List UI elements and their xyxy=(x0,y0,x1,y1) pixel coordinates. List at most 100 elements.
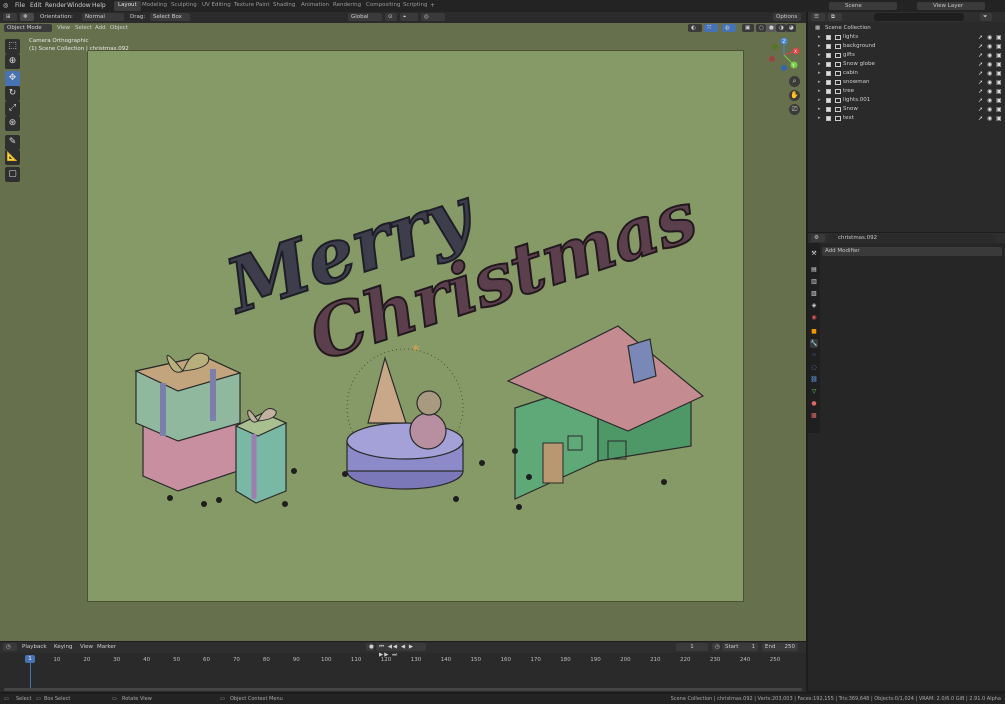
outliner-collection-row[interactable]: ▸ tree ➚ ◉ ▣ xyxy=(808,87,1005,96)
include-checkbox[interactable] xyxy=(826,116,831,121)
object-mode-dropdown[interactable]: Object Mode xyxy=(4,24,52,32)
include-checkbox[interactable] xyxy=(826,62,831,67)
eye-icon[interactable]: ◉ xyxy=(987,78,992,87)
texture-tab-icon[interactable]: ▩ xyxy=(810,411,818,420)
outliner-collection-row[interactable]: ▸ background ➚ ◉ ▣ xyxy=(808,42,1005,51)
eye-icon[interactable]: ◉ xyxy=(987,51,992,60)
3d-viewport[interactable]: Merry Christmas ✶ Object Mode View Selec… xyxy=(0,23,806,641)
physics-tab-icon[interactable]: ◌ xyxy=(810,363,818,372)
outliner-collection-row[interactable]: ▸ Snow globe ➚ ◉ ▣ xyxy=(808,60,1005,69)
eye-icon[interactable]: ◉ xyxy=(987,33,992,42)
object-tab-icon[interactable]: ■ xyxy=(810,327,818,336)
menu-object[interactable]: Object xyxy=(110,25,128,31)
eye-icon[interactable]: ◉ xyxy=(987,96,992,105)
tab-sculpting[interactable]: Sculpting xyxy=(167,1,201,11)
tab-scripting[interactable]: Scripting xyxy=(399,1,431,11)
include-checkbox[interactable] xyxy=(826,98,831,103)
rotate-tool-icon[interactable]: ↻ xyxy=(5,86,20,101)
output-tab-icon[interactable]: ▥ xyxy=(810,277,818,286)
selectable-icon[interactable]: ➚ xyxy=(978,105,983,114)
selectable-icon[interactable]: ➚ xyxy=(978,60,983,69)
options-dropdown[interactable]: Options xyxy=(773,13,801,21)
material-shading-icon[interactable]: ◑ xyxy=(776,24,786,32)
view-layer-selector[interactable]: View Layer xyxy=(917,2,985,10)
selectable-icon[interactable]: ➚ xyxy=(978,114,983,123)
scene-collection-row[interactable]: ▦ Scene Collection xyxy=(808,24,1005,33)
selectable-icon[interactable]: ➚ xyxy=(978,33,983,42)
menu-file[interactable]: File xyxy=(15,2,25,9)
camera-view-icon[interactable]: ⎚ xyxy=(789,104,800,115)
scene-selector[interactable]: Scene xyxy=(829,2,897,10)
transform-tool-icon[interactable]: ⊛ xyxy=(5,116,20,131)
xray-icon[interactable]: ▣ xyxy=(742,24,754,32)
scene-tab-icon[interactable]: ◈ xyxy=(810,301,818,310)
include-checkbox[interactable] xyxy=(826,80,831,85)
outliner-collection-row[interactable]: ▸ Snow ➚ ◉ ▣ xyxy=(808,105,1005,114)
render-camera-icon[interactable]: ▣ xyxy=(996,60,1002,69)
expand-arrow-icon[interactable]: ▸ xyxy=(818,60,821,69)
render-camera-icon[interactable]: ▣ xyxy=(996,105,1002,114)
tab-texture-paint[interactable]: Texture Paint xyxy=(230,1,274,11)
render-tab-icon[interactable]: ▤ xyxy=(810,265,818,274)
menu-view[interactable]: View xyxy=(57,25,70,31)
menu-render[interactable]: Render xyxy=(45,2,66,9)
tab-rendering[interactable]: Rendering xyxy=(329,1,365,11)
select-box-tool-icon[interactable]: ⬚ xyxy=(5,39,20,54)
add-cube-tool-icon[interactable]: ▢ xyxy=(5,167,20,182)
proportional-edit-icon[interactable]: ◎ xyxy=(421,13,445,21)
render-camera-icon[interactable]: ▣ xyxy=(996,33,1002,42)
modifier-tab-icon[interactable]: 🔧 xyxy=(810,339,818,348)
selectable-icon[interactable]: ➚ xyxy=(978,51,983,60)
rendered-shading-icon[interactable]: ◕ xyxy=(786,24,796,32)
solid-shading-icon[interactable]: ● xyxy=(766,24,776,32)
tool-tab-icon[interactable]: ⚒ xyxy=(810,249,818,258)
tab-animation[interactable]: Animation xyxy=(297,1,333,11)
zoom-icon[interactable]: ⌕ xyxy=(789,76,800,87)
include-checkbox[interactable] xyxy=(826,44,831,49)
render-camera-icon[interactable]: ▣ xyxy=(996,114,1002,123)
menu-edit[interactable]: Edit xyxy=(30,2,42,9)
expand-arrow-icon[interactable]: ▸ xyxy=(818,33,821,42)
expand-arrow-icon[interactable]: ▸ xyxy=(818,69,821,78)
eye-icon[interactable]: ◉ xyxy=(987,60,992,69)
render-camera-icon[interactable]: ▣ xyxy=(996,87,1002,96)
pivot-icon[interactable]: ⊙ xyxy=(385,13,397,21)
pan-hand-icon[interactable]: ✋ xyxy=(789,90,800,101)
particles-tab-icon[interactable]: ⁘ xyxy=(810,351,818,360)
outliner-editor-type-icon[interactable]: ☰ xyxy=(811,13,825,21)
add-modifier-dropdown[interactable]: Add Modifier xyxy=(822,247,1002,256)
navigation-gizmo[interactable]: X Y Z xyxy=(766,37,802,73)
data-tab-icon[interactable]: ▽ xyxy=(810,387,818,396)
outliner-collection-row[interactable]: ▸ gifts ➚ ◉ ▣ xyxy=(808,51,1005,60)
eye-icon[interactable]: ◉ xyxy=(987,87,992,96)
render-camera-icon[interactable]: ▣ xyxy=(996,69,1002,78)
outliner-collection-row[interactable]: ▸ cabin ➚ ◉ ▣ xyxy=(808,69,1005,78)
measure-tool-icon[interactable]: 📐 xyxy=(5,150,20,165)
render-camera-icon[interactable]: ▣ xyxy=(996,51,1002,60)
world-tab-icon[interactable]: ◉ xyxy=(810,313,818,322)
filter-icon[interactable]: ⏷ xyxy=(980,13,992,21)
scale-tool-icon[interactable]: ⤢ xyxy=(5,101,20,116)
display-mode-icon[interactable]: ⧉ xyxy=(828,13,842,21)
expand-arrow-icon[interactable]: ▸ xyxy=(818,105,821,114)
eye-icon[interactable]: ◉ xyxy=(987,105,992,114)
timeline-scrollbar[interactable] xyxy=(4,688,802,691)
cursor-tool-icon[interactable]: ⊕ xyxy=(5,54,20,69)
blender-logo-icon[interactable]: ◎ xyxy=(3,2,8,9)
menu-add[interactable]: Add xyxy=(95,25,106,31)
include-checkbox[interactable] xyxy=(826,107,831,112)
include-checkbox[interactable] xyxy=(826,71,831,76)
gizmo-toggle-icon[interactable]: ⤧ xyxy=(704,24,718,32)
render-camera-icon[interactable]: ▣ xyxy=(996,96,1002,105)
expand-arrow-icon[interactable]: ▸ xyxy=(818,87,821,96)
selectable-icon[interactable]: ➚ xyxy=(978,69,983,78)
render-camera-icon[interactable]: ▣ xyxy=(996,78,1002,87)
object-name-field[interactable]: christmas.092 xyxy=(828,234,996,242)
constraints-tab-icon[interactable]: ⛓ xyxy=(810,375,818,384)
eye-icon[interactable]: ◉ xyxy=(987,69,992,78)
view-layer-tab-icon[interactable]: ▧ xyxy=(810,289,818,298)
include-checkbox[interactable] xyxy=(826,89,831,94)
outliner-collection-row[interactable]: ▸ lights.001 ➚ ◉ ▣ xyxy=(808,96,1005,105)
snap-icon[interactable]: ⌖ xyxy=(400,13,418,21)
move-tool-icon[interactable]: ✥ xyxy=(5,71,20,86)
